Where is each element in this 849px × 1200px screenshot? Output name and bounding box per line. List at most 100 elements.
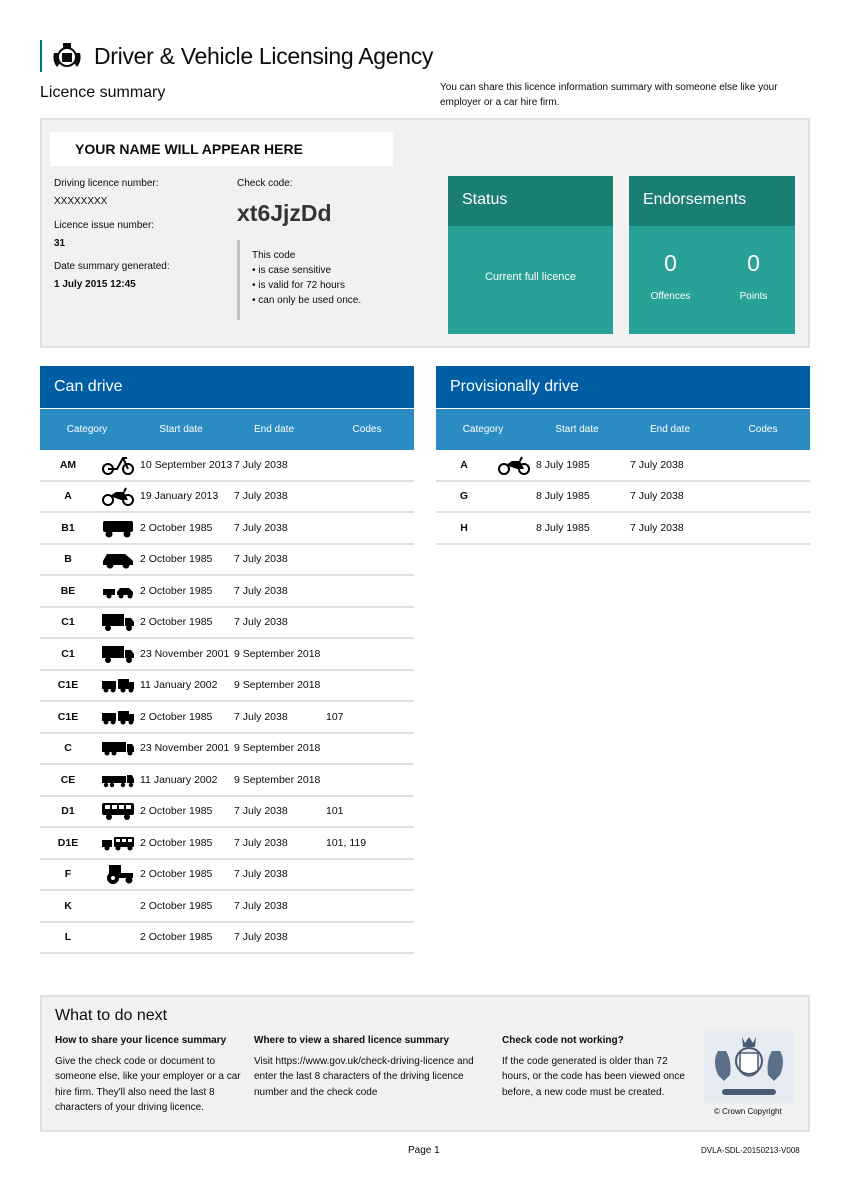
start-date-cell: 2 October 1985 [140, 899, 213, 912]
end-date-cell: 7 July 2038 [234, 521, 288, 534]
category-cell: AM [59, 458, 77, 471]
vehicle-icon-cell [96, 579, 140, 603]
vehicle-icon-cell [492, 516, 536, 540]
table-row: CE 11 January 2002 9 September 2018 [40, 765, 414, 797]
start-date-cell: 8 July 1985 [536, 458, 590, 471]
vehicle-icon-cell [96, 673, 140, 697]
end-date-cell: 7 July 2038 [234, 710, 288, 723]
provisional-title: Provisionally drive [436, 366, 810, 408]
table-row: AM 10 September 2013 7 July 2038 [40, 450, 414, 482]
table-row: G 8 July 1985 7 July 2038 [436, 482, 810, 513]
start-date-cell: 2 October 1985 [140, 616, 213, 629]
category-cell: H [460, 521, 468, 534]
minibus-trailer-icon [102, 836, 134, 851]
column-header-end-date: End date [649, 424, 691, 435]
column-header-codes: Codes [748, 424, 778, 435]
column-header-start-date: Start date [555, 424, 599, 435]
codes-cell: 101, 119 [326, 836, 367, 849]
code-help-heading: Check code not working? [502, 1035, 624, 1046]
vehicle-icon-cell [96, 453, 140, 477]
category-cell: A [460, 458, 468, 471]
date-generated: 1 July 2015 12:45 [54, 279, 136, 290]
start-date-cell: 2 October 1985 [140, 931, 213, 944]
status-value: Current full licence [484, 271, 577, 283]
vehicle-icon-cell [96, 642, 140, 666]
start-date-cell: 2 October 1985 [140, 805, 213, 818]
code-note-item: is valid for 72 hours [252, 278, 361, 293]
vehicle-icon-cell [96, 831, 140, 855]
code-note-item: can only be used once. [252, 293, 361, 308]
end-date-cell: 7 July 2038 [630, 458, 684, 471]
column-header-category: Category [66, 424, 108, 435]
endorsements-title: Endorsements [629, 176, 795, 226]
column-header-category: Category [462, 424, 504, 435]
articulated-lorry-icon [102, 774, 134, 787]
category-cell: C1 [61, 616, 75, 629]
column-header-codes: Codes [352, 424, 382, 435]
start-date-cell: 2 October 1985 [140, 710, 213, 723]
medium-lorry-trailer-icon [102, 710, 134, 725]
issue-number-label: Licence issue number: [54, 220, 155, 231]
category-cell: K [64, 899, 72, 912]
end-date-cell: 9 September 2018 [234, 773, 321, 786]
table-row: B 2 October 1985 7 July 2038 [40, 545, 414, 576]
end-date-cell: 9 September 2018 [234, 679, 321, 692]
minibus-icon [102, 803, 134, 821]
document-reference: DVLA-SDL-20150213-V008 [701, 1146, 800, 1155]
category-cell: F [64, 868, 72, 881]
endorsements-tile: Endorsements 0 Offences 0 Points [629, 176, 795, 334]
table-row: A 19 January 2013 7 July 2038 [40, 482, 414, 513]
view-heading: Where to view a shared licence summary [254, 1035, 450, 1046]
provisional-table: Provisionally drive Category Start date … [436, 366, 810, 545]
lorry-icon [102, 742, 134, 756]
end-date-cell: 9 September 2018 [234, 742, 321, 755]
status-title: Status [448, 176, 613, 226]
can-drive-header-row: Category Start date End date Codes [40, 409, 414, 450]
end-date-cell: 7 July 2038 [234, 458, 288, 471]
end-date-cell: 7 July 2038 [234, 616, 288, 629]
view-text: Visit https://www.gov.uk/check-driving-l… [254, 1055, 474, 1098]
page-title: Licence summary [40, 84, 166, 101]
status-tile: Status Current full licence [448, 176, 613, 334]
end-date-cell: 7 July 2038 [234, 553, 288, 566]
start-date-cell: 2 October 1985 [140, 521, 213, 534]
table-row: C1 23 November 2001 9 September 2018 [40, 639, 414, 671]
points-count: 0 [747, 250, 760, 276]
table-row: D1E 2 October 1985 7 July 2038 101, 119 [40, 828, 414, 860]
vehicle-icon-cell [96, 484, 140, 508]
code-note-item: is case sensitive [252, 263, 361, 278]
category-cell: C1E [57, 710, 79, 723]
code-note-title: This code [252, 250, 296, 261]
code-help: Check code not working? If the code gene… [502, 1033, 690, 1100]
start-date-cell: 23 November 2001 [140, 647, 230, 660]
table-row: A 8 July 1985 7 July 2038 [436, 450, 810, 482]
medium-lorry-trailer-icon [102, 679, 134, 693]
tractor-icon [107, 865, 133, 885]
category-cell: A [64, 490, 72, 503]
end-date-cell: 7 July 2038 [234, 931, 288, 944]
category-cell: C1E [57, 679, 79, 692]
table-row: C1E 2 October 1985 7 July 2038 107 [40, 702, 414, 734]
check-code: xt6JjzDd [237, 200, 332, 226]
start-date-cell: 11 January 2002 [140, 679, 218, 692]
share-heading: How to share your licence summary [55, 1035, 227, 1046]
view-instructions: Where to view a shared licence summary V… [254, 1033, 490, 1100]
code-help-text: If the code generated is older than 72 h… [502, 1055, 685, 1098]
start-date-cell: 2 October 1985 [140, 584, 213, 597]
agency-name: Driver & Vehicle Licensing Agency [94, 42, 434, 69]
page-number: Page 1 [408, 1145, 440, 1156]
end-date-cell: 9 September 2018 [234, 647, 321, 660]
car-icon [103, 554, 133, 569]
vehicle-icon-cell [96, 894, 140, 918]
royal-coat-of-arms-icon [704, 1031, 794, 1103]
offences-label: Offences [650, 291, 691, 302]
start-date-cell: 11 January 2002 [140, 773, 218, 786]
table-row: H 8 July 1985 7 July 2038 [436, 513, 810, 545]
start-date-cell: 23 November 2001 [140, 742, 230, 755]
can-drive-rows: AM 10 September 2013 7 July 2038 A 19 Januar… [40, 450, 414, 954]
end-date-cell: 7 July 2038 [234, 899, 288, 912]
vehicle-icon-cell [96, 925, 140, 949]
vehicle-icon-cell [96, 862, 140, 886]
table-row: BE 2 October 1985 7 July 2038 [40, 576, 414, 608]
licence-number-label: Driving licence number: [54, 178, 159, 189]
